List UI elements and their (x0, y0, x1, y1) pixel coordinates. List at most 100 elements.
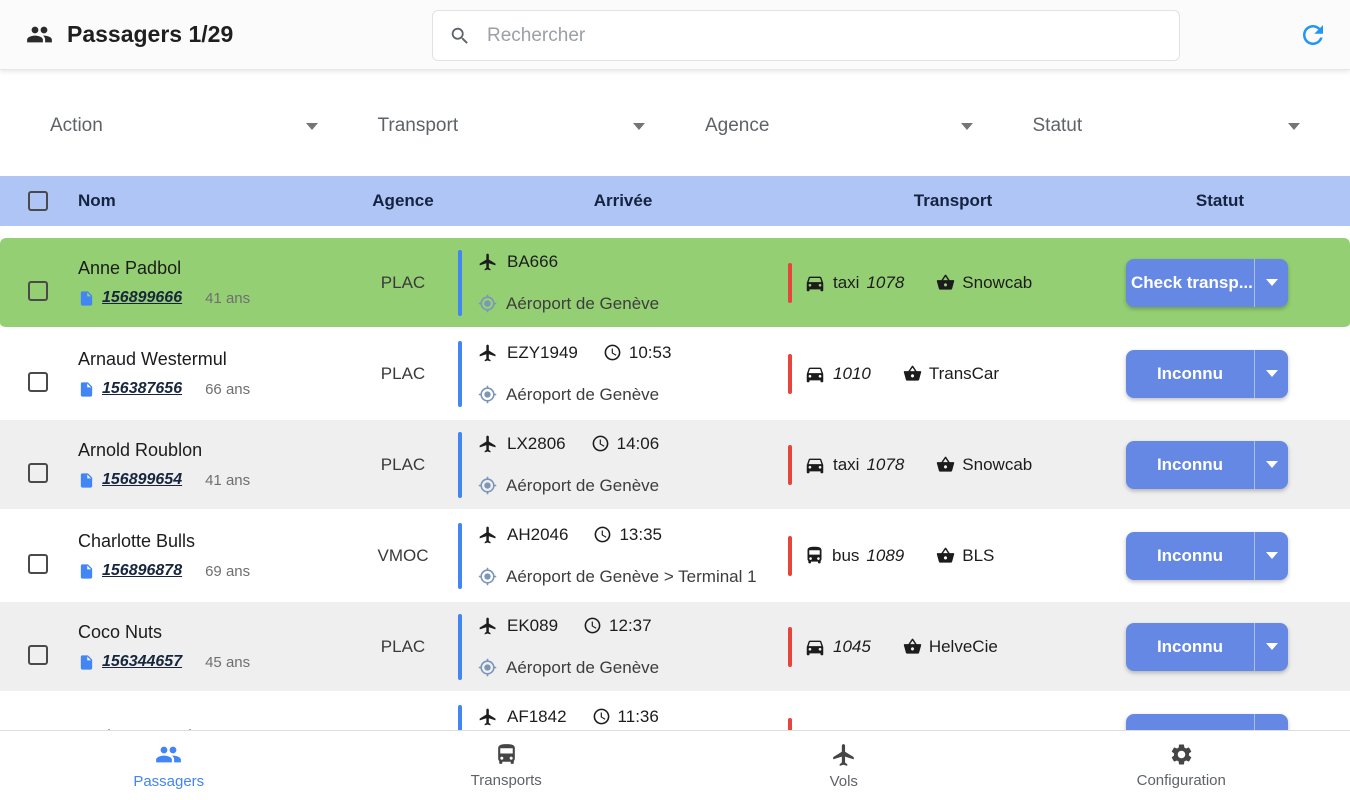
car-icon (804, 363, 826, 385)
location-icon (478, 658, 497, 677)
row-checkbox[interactable] (28, 463, 48, 483)
table-row[interactable]: Arnaud Westermul 156387656 66 ans PLAC E… (0, 329, 1350, 420)
arrival-time: 13:35 (619, 525, 662, 545)
arrival-time-group: 13:35 (593, 525, 662, 545)
passenger-id-link[interactable]: 156899666 (102, 289, 182, 307)
status-dropdown-button[interactable]: Check transp... (1126, 259, 1288, 307)
passenger-name: Charlotte Bulls (78, 531, 348, 552)
nav-label-passagers: Passagers (133, 773, 204, 790)
car-icon (804, 272, 826, 294)
vehicle-number: 1089 (866, 546, 904, 566)
status-label: Check transp... (1126, 273, 1254, 293)
passengers-icon (155, 741, 182, 768)
filter-agence[interactable]: Agence (705, 112, 973, 140)
search-bar[interactable] (432, 10, 1180, 61)
flight-number: LX2806 (507, 434, 566, 454)
column-header-arrivee: Arrivée (458, 191, 788, 211)
passenger-name-cell: Coco Nuts 156344657 45 ans (78, 622, 348, 671)
nav-item-vols[interactable]: Vols (675, 731, 1013, 800)
nav-item-transports[interactable]: Transports (338, 731, 676, 800)
passenger-id-link[interactable]: 156896878 (102, 562, 182, 580)
vehicle-number: 1078 (866, 455, 904, 475)
company-group: HelveCie (903, 637, 998, 657)
arrival-airport: Aéroport de Genève (506, 294, 659, 314)
status-cell: Inconnu (1118, 623, 1322, 671)
vehicle-type-label: taxi (833, 455, 859, 475)
row-checkbox[interactable] (28, 281, 48, 301)
status-cell: Inconnu (1118, 350, 1322, 398)
company-name: Snowcab (962, 273, 1032, 293)
transport-accent-bar (788, 627, 792, 667)
passenger-id-link[interactable]: 156899654 (102, 471, 182, 489)
plane-icon (478, 525, 498, 545)
transport-accent-bar (788, 354, 792, 394)
passenger-age: 45 ans (205, 654, 250, 671)
plane-icon (478, 707, 498, 727)
gear-icon (1169, 742, 1194, 767)
nav-item-passagers[interactable]: Passagers (0, 731, 338, 800)
agency-code: PLAC (348, 364, 458, 384)
top-bar: Passagers 1/29 (0, 0, 1350, 70)
select-all-checkbox[interactable] (28, 191, 48, 211)
table-row[interactable]: Coco Nuts 156344657 45 ans PLAC EK089 12… (0, 602, 1350, 693)
status-label: Inconnu (1126, 455, 1254, 475)
passenger-doc-line: 156344657 45 ans (78, 653, 348, 671)
filter-statut[interactable]: Statut (1033, 112, 1301, 140)
company-name: BLS (962, 546, 994, 566)
transport-cell: 1045 HelveCie (788, 627, 1118, 667)
status-dropdown-button[interactable]: Inconnu (1126, 532, 1288, 580)
clock-icon (591, 434, 610, 453)
flight-number: AF1842 (507, 707, 567, 727)
vehicle-number: 1078 (866, 273, 904, 293)
row-checkbox[interactable] (28, 554, 48, 574)
status-dropdown-button[interactable]: Inconnu (1126, 350, 1288, 398)
arrival-accent-bar (458, 432, 462, 498)
table-row[interactable]: Charlotte Bulls 156896878 69 ans VMOC AH… (0, 511, 1350, 602)
plane-icon (831, 742, 857, 768)
transport-cell: 1010 TransCar (788, 354, 1118, 394)
flight-number: EK089 (507, 616, 558, 636)
company-group: BLS (936, 546, 994, 566)
row-checkbox[interactable] (28, 645, 48, 665)
flight-number: AH2046 (507, 525, 568, 545)
nav-item-configuration[interactable]: Configuration (1013, 731, 1350, 800)
search-input[interactable] (487, 25, 1163, 47)
nav-label-vols: Vols (830, 773, 858, 790)
transport-accent-bar (788, 263, 792, 303)
caret-down-icon (1266, 370, 1278, 377)
status-label: Inconnu (1126, 364, 1254, 384)
company-group: Snowcab (936, 455, 1032, 475)
filter-action[interactable]: Action (50, 112, 318, 140)
basket-icon (936, 546, 955, 565)
location-icon (478, 385, 497, 404)
location-icon (478, 476, 497, 495)
status-dropdown-button[interactable]: Inconnu (1126, 623, 1288, 671)
arrival-accent-bar (458, 614, 462, 680)
transport-accent-bar (788, 445, 792, 485)
transport-cell: bus 1089 BLS (788, 536, 1118, 576)
plane-icon (478, 616, 498, 636)
table-row[interactable]: Anne Padbol 156899666 41 ans PLAC BA666 (0, 238, 1350, 329)
arrival-accent-bar (458, 341, 462, 407)
filter-agence-label: Agence (705, 115, 769, 137)
arrival-airport: Aéroport de Genève (506, 658, 659, 678)
refresh-button[interactable] (1292, 14, 1334, 56)
row-checkbox[interactable] (28, 372, 48, 392)
passenger-name-cell: Anne Padbol 156899666 41 ans (78, 258, 348, 307)
table-row[interactable]: Arnold Roublon 156899654 41 ans PLAC LX2… (0, 420, 1350, 511)
transport-cell: taxi 1078 Snowcab (788, 263, 1118, 303)
arrival-airport: Aéroport de Genève > Terminal 1 (506, 567, 757, 587)
filter-transport[interactable]: Transport (378, 112, 646, 140)
car-icon (804, 636, 826, 658)
rows-container: Anne Padbol 156899666 41 ans PLAC BA666 (0, 226, 1350, 800)
basket-icon (903, 637, 922, 656)
passenger-name: Anne Padbol (78, 258, 348, 279)
status-dropdown-button[interactable]: Inconnu (1126, 441, 1288, 489)
document-icon (78, 381, 95, 398)
flight-number: EZY1949 (507, 343, 578, 363)
arrival-cell: AH2046 13:35 Aéroport de Genève > Termin… (458, 523, 788, 589)
passenger-doc-line: 156387656 66 ans (78, 380, 348, 398)
passenger-id-link[interactable]: 156387656 (102, 380, 182, 398)
plane-icon (478, 434, 498, 454)
passenger-id-link[interactable]: 156344657 (102, 653, 182, 671)
